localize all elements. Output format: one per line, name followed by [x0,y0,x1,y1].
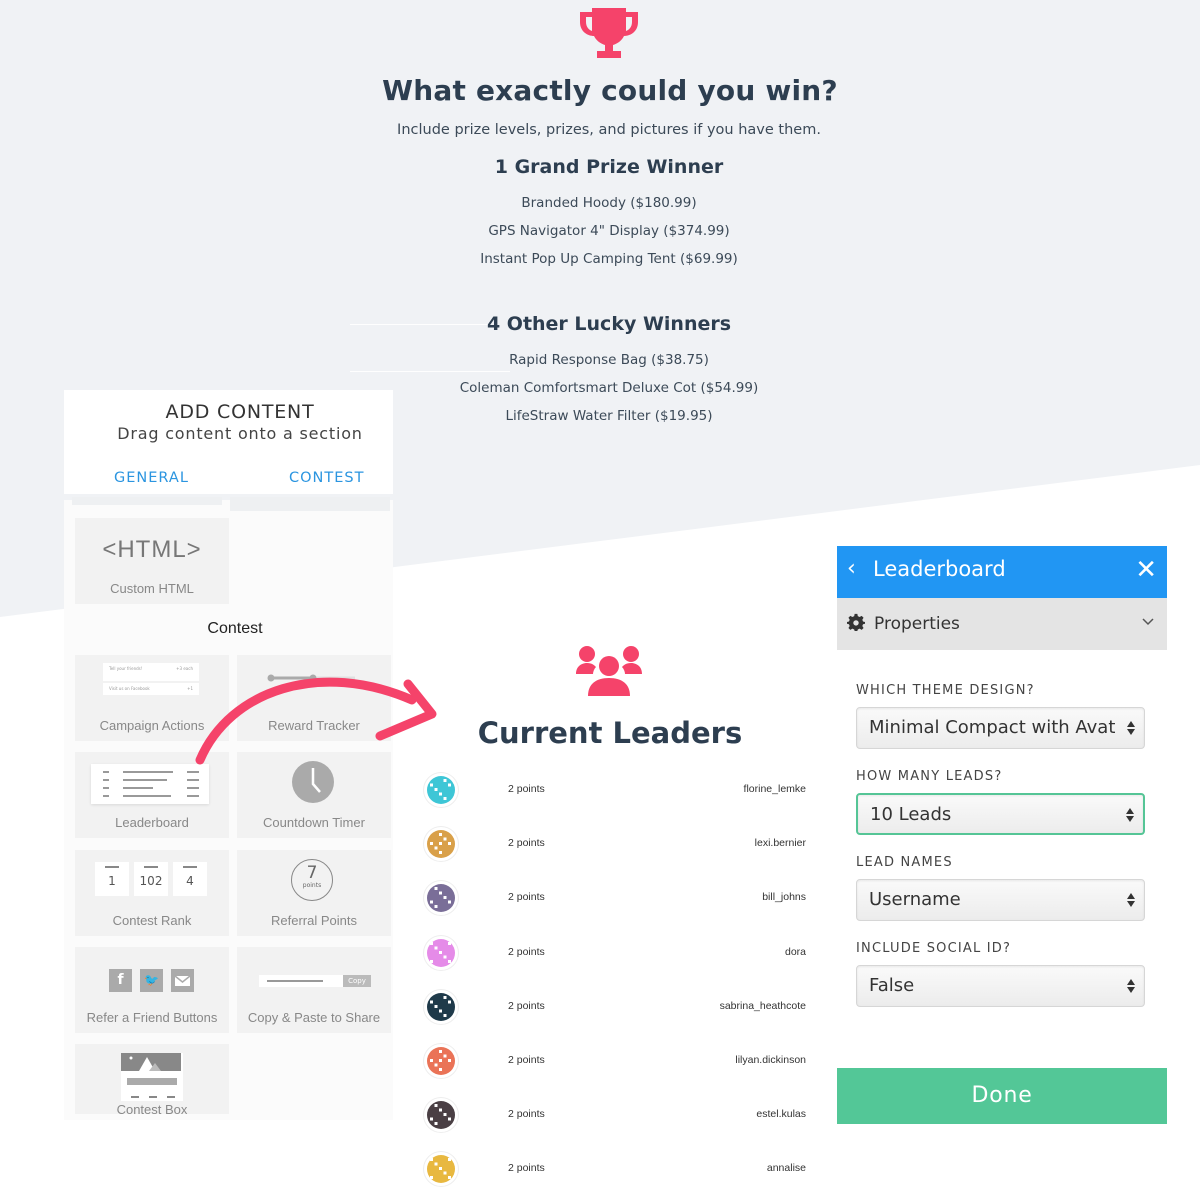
avatar [424,990,458,1024]
chevron-down-icon [1142,618,1154,626]
lead-points: 2 points [508,891,545,903]
close-icon[interactable]: ✕ [1135,555,1157,585]
back-icon[interactable]: ‹ [847,556,856,581]
select-arrows-icon [1127,893,1135,907]
contest-section-label: Contest [207,620,263,637]
html-icon: <HTML> [102,536,202,563]
copy-button-preview: Copy [343,975,371,987]
leaderboard-row: 2 points bill_johns [424,881,808,915]
how-many-leads-label: HOW MANY LEADS? [856,769,1003,784]
add-content-title: ADD CONTENT [165,401,315,423]
tab-indicator [72,497,222,505]
facebook-icon: f [109,969,132,992]
rank-box: 4 [173,862,207,896]
leaderboard-row: 2 points florine_lemke [424,773,808,807]
leaderboard-panel-header: ‹ Leaderboard ✕ [837,546,1167,598]
rank-box: 1 [95,862,129,896]
gear-icon [847,613,865,631]
lead-username: florine_lemke [743,783,806,795]
users-icon [576,646,642,696]
tile-copy-paste-share[interactable]: Copy Copy & Paste to Share [237,947,391,1033]
lead-points: 2 points [508,1108,545,1120]
tile-label: Contest Rank [112,913,192,928]
tile-label: Custom HTML [110,581,194,596]
tile-referral-points[interactable]: 7 points Referral Points [237,850,391,936]
leaderboard-row: 2 points dora [424,936,808,970]
tile-label: Refer a Friend Buttons [86,1010,218,1025]
points-badge: 7 points [291,859,333,901]
lead-points: 2 points [508,1000,545,1012]
avatar [424,881,458,915]
lead-username: sabrina_heathcote [719,1000,806,1012]
select-arrows-icon [1127,979,1135,993]
prizes-title: What exactly could you win? [382,74,838,107]
email-icon [171,969,194,992]
tile-label: Referral Points [271,913,357,928]
select-arrows-icon [1127,721,1135,735]
share-url-preview [259,975,343,987]
avatar [424,936,458,970]
trophy-icon [580,8,638,58]
tile-contest-rank[interactable]: 1 102 4 Contest Rank [75,850,229,936]
lead-username: bill_johns [762,891,806,903]
tab-general[interactable]: GENERAL [114,470,189,486]
rank-box: 102 [134,862,168,896]
lead-username: lilyan.dickinson [735,1054,806,1066]
leaders-title: Current Leaders [477,716,743,750]
avatar [424,827,458,861]
tile-label: Countdown Timer [263,815,365,830]
tab-contest[interactable]: CONTEST [289,470,364,486]
leaderboard-row: 2 points estel.kulas [424,1098,808,1132]
lead-points: 2 points [508,946,545,958]
avatar [424,1044,458,1078]
select-arrows-icon [1126,808,1134,822]
avatar [424,1098,458,1132]
leaderboard-row: 2 points lilyan.dickinson [424,1044,808,1078]
prize-item: Branded Hoody ($180.99) [521,195,697,211]
panel-title: Leaderboard [873,557,1006,581]
tile-label: Leaderboard [115,815,189,830]
include-social-id-label: INCLUDE SOCIAL ID? [856,941,1012,956]
lead-points: 2 points [508,837,545,849]
prize-item: Rapid Response Bag ($38.75) [509,352,709,368]
prize-level-heading: 1 Grand Prize Winner [494,156,724,178]
leaderboard-row: 2 points lexi.bernier [424,827,808,861]
prizes-subtitle: Include prize levels, prizes, and pictur… [397,122,821,138]
properties-section-toggle[interactable]: Properties [837,598,1167,650]
tile-refer-a-friend[interactable]: f 🐦 Refer a Friend Buttons [75,947,229,1033]
lead-username: lexi.bernier [754,837,806,849]
tab-indicator [230,497,390,511]
lead-username: dora [784,946,806,958]
avatar [424,773,458,807]
leaderboard-row: 2 points sabrina_heathcote [424,990,808,1024]
lead-username: estel.kulas [756,1108,806,1120]
prize-item: GPS Navigator 4" Display ($374.99) [488,223,730,239]
twitter-icon: 🐦 [140,969,163,992]
prize-level-heading: 4 Other Lucky Winners [486,313,732,335]
lead-names-select[interactable]: Username [856,879,1145,921]
tile-label: Contest Box [116,1102,188,1114]
tile-contest-box[interactable]: Contest Box [75,1044,229,1114]
lead-points: 2 points [508,1162,545,1174]
drag-arrow-icon [195,677,437,765]
prize-item: Instant Pop Up Camping Tent ($69.99) [480,251,738,267]
include-social-id-select[interactable]: False [856,965,1145,1007]
done-button[interactable]: Done [837,1068,1167,1124]
lead-username: annalise [766,1162,806,1174]
tile-label: Copy & Paste to Share [247,1010,381,1025]
how-many-leads-select[interactable]: 10 Leads [856,793,1145,835]
leaderboard-row: 2 points annalise [424,1152,808,1186]
theme-design-label: WHICH THEME DESIGN? [856,683,1035,698]
tile-custom-html[interactable]: <HTML> Custom HTML [75,518,229,604]
lead-points: 2 points [508,1054,545,1066]
avatar [424,1152,458,1186]
contest-box-icon [121,1053,183,1101]
add-content-subtitle: Drag content onto a section [117,424,363,443]
theme-design-select[interactable]: Minimal Compact with Avat [856,707,1145,749]
guide-line [350,371,510,372]
lead-names-label: LEAD NAMES [856,855,953,870]
lead-points: 2 points [508,783,545,795]
properties-label: Properties [874,614,960,634]
